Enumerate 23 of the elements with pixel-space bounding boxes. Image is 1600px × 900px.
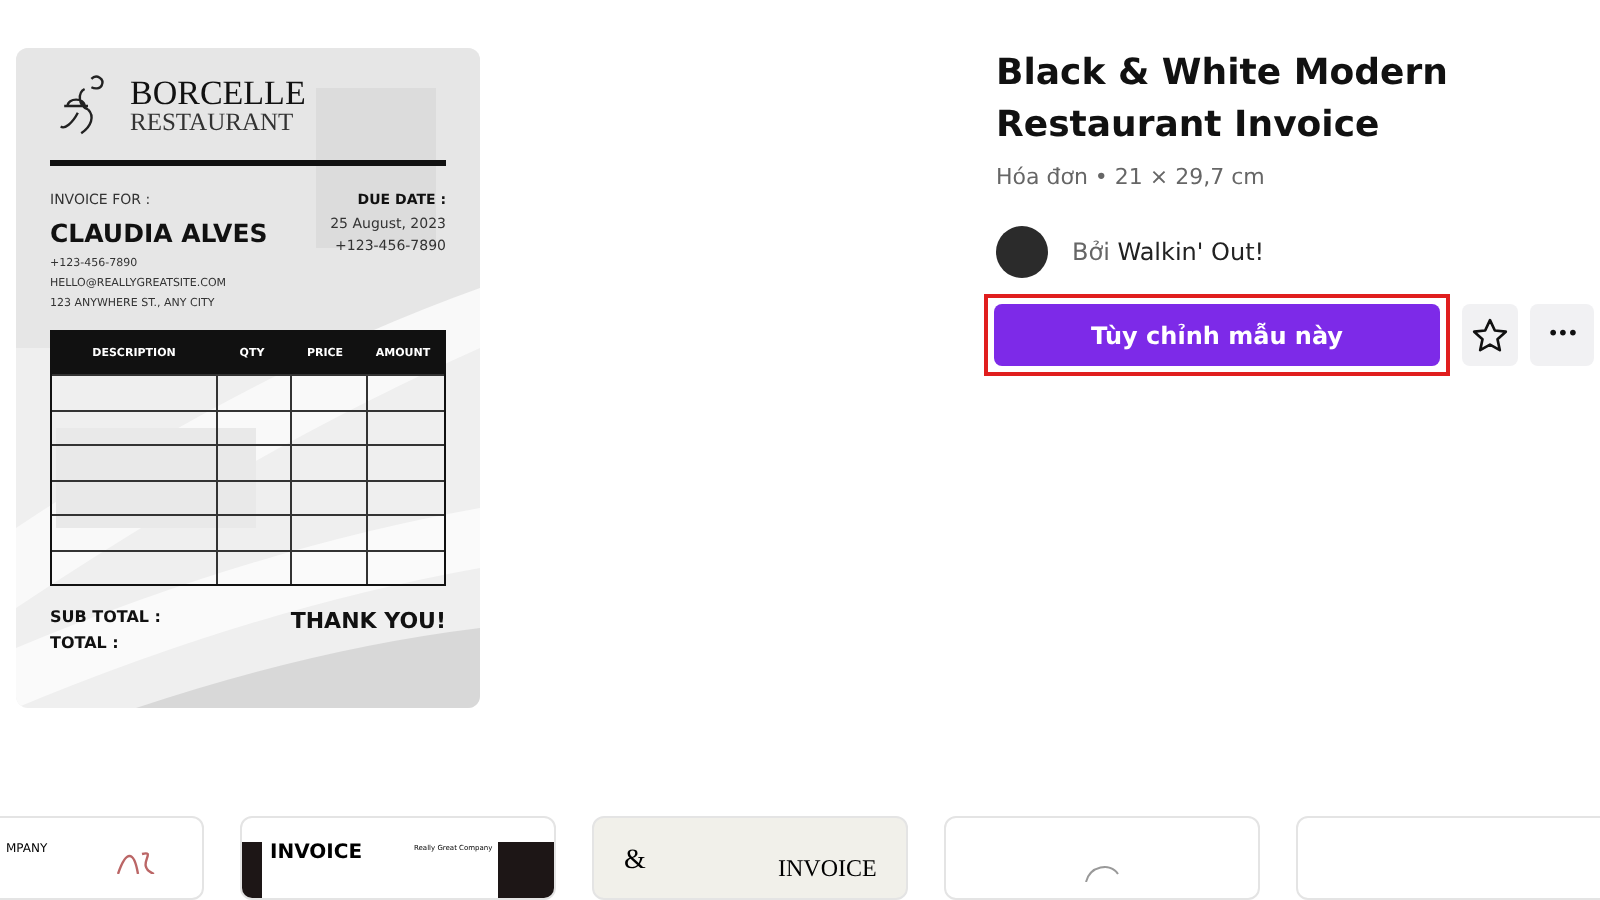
template-title: Black & White Modern Restaurant Invoice bbox=[996, 50, 1450, 150]
template-thumbnail[interactable] bbox=[1296, 816, 1600, 900]
thumbnail-text: & bbox=[624, 846, 646, 878]
dark-block bbox=[242, 842, 262, 898]
dark-block bbox=[498, 842, 554, 898]
template-thumbnail[interactable] bbox=[944, 816, 1260, 900]
more-button[interactable]: ••• bbox=[1530, 304, 1594, 366]
thumbnail-text: INVOICE bbox=[778, 854, 877, 884]
client-name: CLAUDIA ALVES bbox=[50, 218, 268, 248]
restaurant-name: BORCELLE bbox=[130, 76, 306, 111]
total-label: SUB TOTAL : bbox=[50, 608, 162, 626]
template-meta: Hóa đơn • 21 × 29,7 cm bbox=[996, 164, 1267, 190]
thumbnail-text: INVOICE bbox=[270, 842, 363, 864]
restaurant-subtitle: RESTAURANT bbox=[130, 110, 296, 136]
total-label: TOTAL : bbox=[50, 634, 121, 652]
author-avatar bbox=[996, 226, 1048, 278]
star-icon bbox=[1470, 315, 1510, 355]
favorite-button[interactable] bbox=[1462, 304, 1518, 366]
template-thumbnail[interactable]: & INVOICE bbox=[592, 816, 908, 900]
thank-you-text: THANK YOU! bbox=[290, 608, 446, 638]
customize-button[interactable]: Tùy chỉnh mẫu này bbox=[994, 304, 1440, 366]
curve-icon bbox=[1082, 862, 1122, 882]
author-credit: Bởi Walkin' Out! bbox=[1072, 238, 1265, 266]
